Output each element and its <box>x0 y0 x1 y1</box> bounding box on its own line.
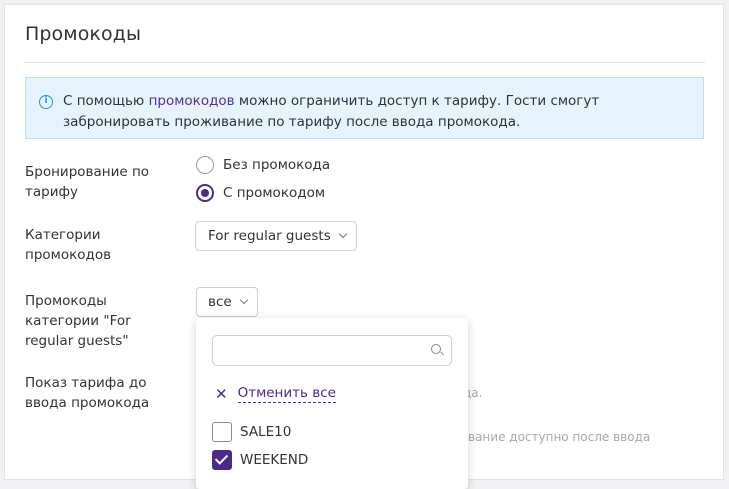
chevron-down-icon <box>338 229 347 239</box>
info-icon: i <box>39 95 53 109</box>
show-rate-label: Показ тарифа до ввода промокода <box>25 375 150 411</box>
promocodes-panel: Промокоды i С помощью промокодов можно о… <box>4 4 724 489</box>
dropdown-item-label: SALE10 <box>240 424 292 440</box>
radio-with-promocode[interactable]: С промокодом <box>196 184 325 202</box>
divider <box>25 62 705 63</box>
dropdown-item-sale10[interactable]: SALE10 <box>212 422 291 442</box>
info-banner: i С помощью промокодов можно ограничить … <box>25 77 704 139</box>
clear-all-label: Отменить все <box>237 385 336 403</box>
show-rate-hint-2: вание доступно после ввода <box>468 430 651 444</box>
info-text-before: С помощью <box>63 93 149 109</box>
radio-label: С промокодом <box>223 185 326 201</box>
booking-label: Бронирование по тарифу <box>25 164 150 200</box>
chevron-down-icon <box>239 295 248 305</box>
radio-no-promocode[interactable]: Без промокода <box>196 156 330 174</box>
category-codes-select[interactable]: все <box>196 287 258 317</box>
category-codes-select-value: все <box>208 294 232 310</box>
promocodes-link[interactable]: промокодов <box>149 93 235 109</box>
categories-select-value: For regular guests <box>208 228 331 244</box>
categories-select[interactable]: For regular guests <box>195 221 357 251</box>
search-input[interactable] <box>212 335 452 366</box>
clear-all-button[interactable]: ✕ Отменить все <box>215 385 336 403</box>
radio-label: Без промокода <box>223 157 331 173</box>
radio-button-checked[interactable] <box>196 184 214 202</box>
promocodes-dropdown: ✕ Отменить все SALE10 WEEKEND <box>196 318 468 489</box>
checkbox[interactable] <box>212 422 232 442</box>
section-title: Промокоды <box>25 23 142 45</box>
checkbox-checked[interactable] <box>212 450 232 470</box>
search-icon <box>431 344 441 354</box>
category-codes-label: Промокоды категории "For regular guests" <box>25 293 131 349</box>
categories-label: Категории промокодов <box>25 227 112 263</box>
dropdown-item-weekend[interactable]: WEEKEND <box>212 450 308 470</box>
dropdown-item-label: WEEKEND <box>240 452 309 468</box>
close-icon: ✕ <box>215 384 228 403</box>
radio-button[interactable] <box>196 156 214 174</box>
